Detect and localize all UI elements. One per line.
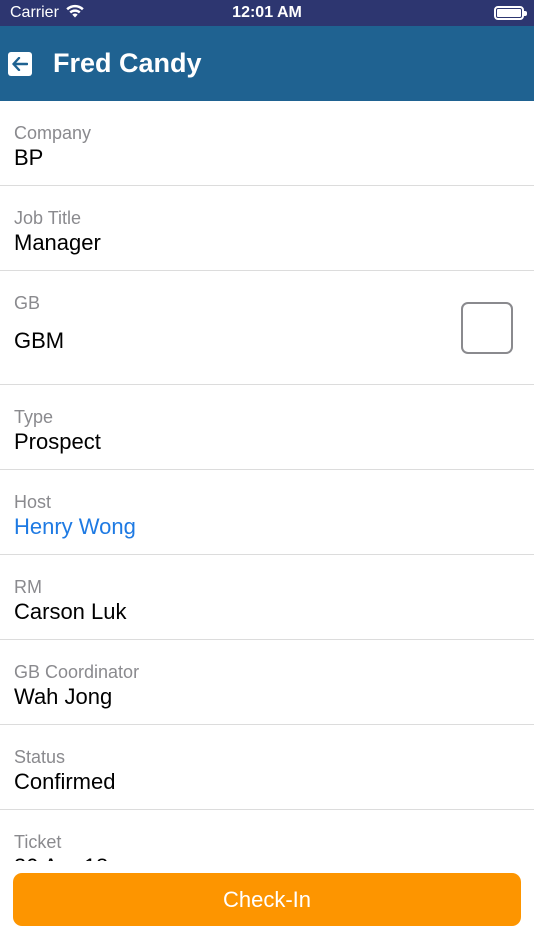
status-bar: Carrier 12:01 AM xyxy=(0,0,534,26)
host-link[interactable]: Henry Wong xyxy=(14,513,534,541)
back-button[interactable] xyxy=(8,51,32,76)
field-label: Type xyxy=(14,407,54,427)
wifi-icon xyxy=(65,4,85,23)
field-label: Company xyxy=(14,123,92,143)
footer: Check-In xyxy=(0,861,534,950)
field-value: Wah Jong xyxy=(14,684,113,709)
field-host: Host Henry Wong xyxy=(0,470,534,555)
status-left: Carrier xyxy=(10,4,85,23)
field-gb: GB GBM xyxy=(0,271,534,385)
navigation-bar: Fred Candy xyxy=(0,26,534,101)
gb-checkbox[interactable] xyxy=(461,302,513,354)
field-value: Prospect xyxy=(14,429,101,454)
page-title: Fred Candy xyxy=(53,48,202,78)
field-value: Carson Luk xyxy=(14,599,127,624)
field-label: GB xyxy=(14,293,41,313)
field-value: Confirmed xyxy=(14,769,116,794)
battery-icon xyxy=(494,6,527,20)
field-value: 30 Apr 18 xyxy=(14,853,534,861)
field-gb-coordinator: GB Coordinator Wah Jong xyxy=(0,640,534,725)
field-label: Job Title xyxy=(14,208,82,228)
field-rm: RM Carson Luk xyxy=(0,555,534,640)
check-in-button[interactable]: Check-In xyxy=(13,873,521,926)
field-label: Host xyxy=(14,492,52,512)
field-value: Manager xyxy=(14,230,101,255)
field-company: Company BP xyxy=(0,101,534,186)
status-time: 12:01 AM xyxy=(232,4,302,21)
arrow-left-icon xyxy=(12,56,28,71)
field-value: GBM xyxy=(14,328,65,353)
battery-level xyxy=(497,9,521,17)
field-status: Status Confirmed xyxy=(0,725,534,810)
field-label: RM xyxy=(14,577,42,597)
carrier-label: Carrier xyxy=(10,4,59,21)
field-type: Type Prospect xyxy=(0,385,534,470)
field-label: Status xyxy=(14,747,66,767)
field-job-title: Job Title Manager xyxy=(0,186,534,271)
field-value: BP xyxy=(14,145,44,170)
field-label: GB Coordinator xyxy=(14,662,140,682)
detail-list[interactable]: Company BP Job Title Manager GB GBM Type… xyxy=(0,101,534,861)
field-label: Ticket xyxy=(14,832,62,852)
field-ticket: Ticket 30 Apr 18 xyxy=(0,810,534,861)
